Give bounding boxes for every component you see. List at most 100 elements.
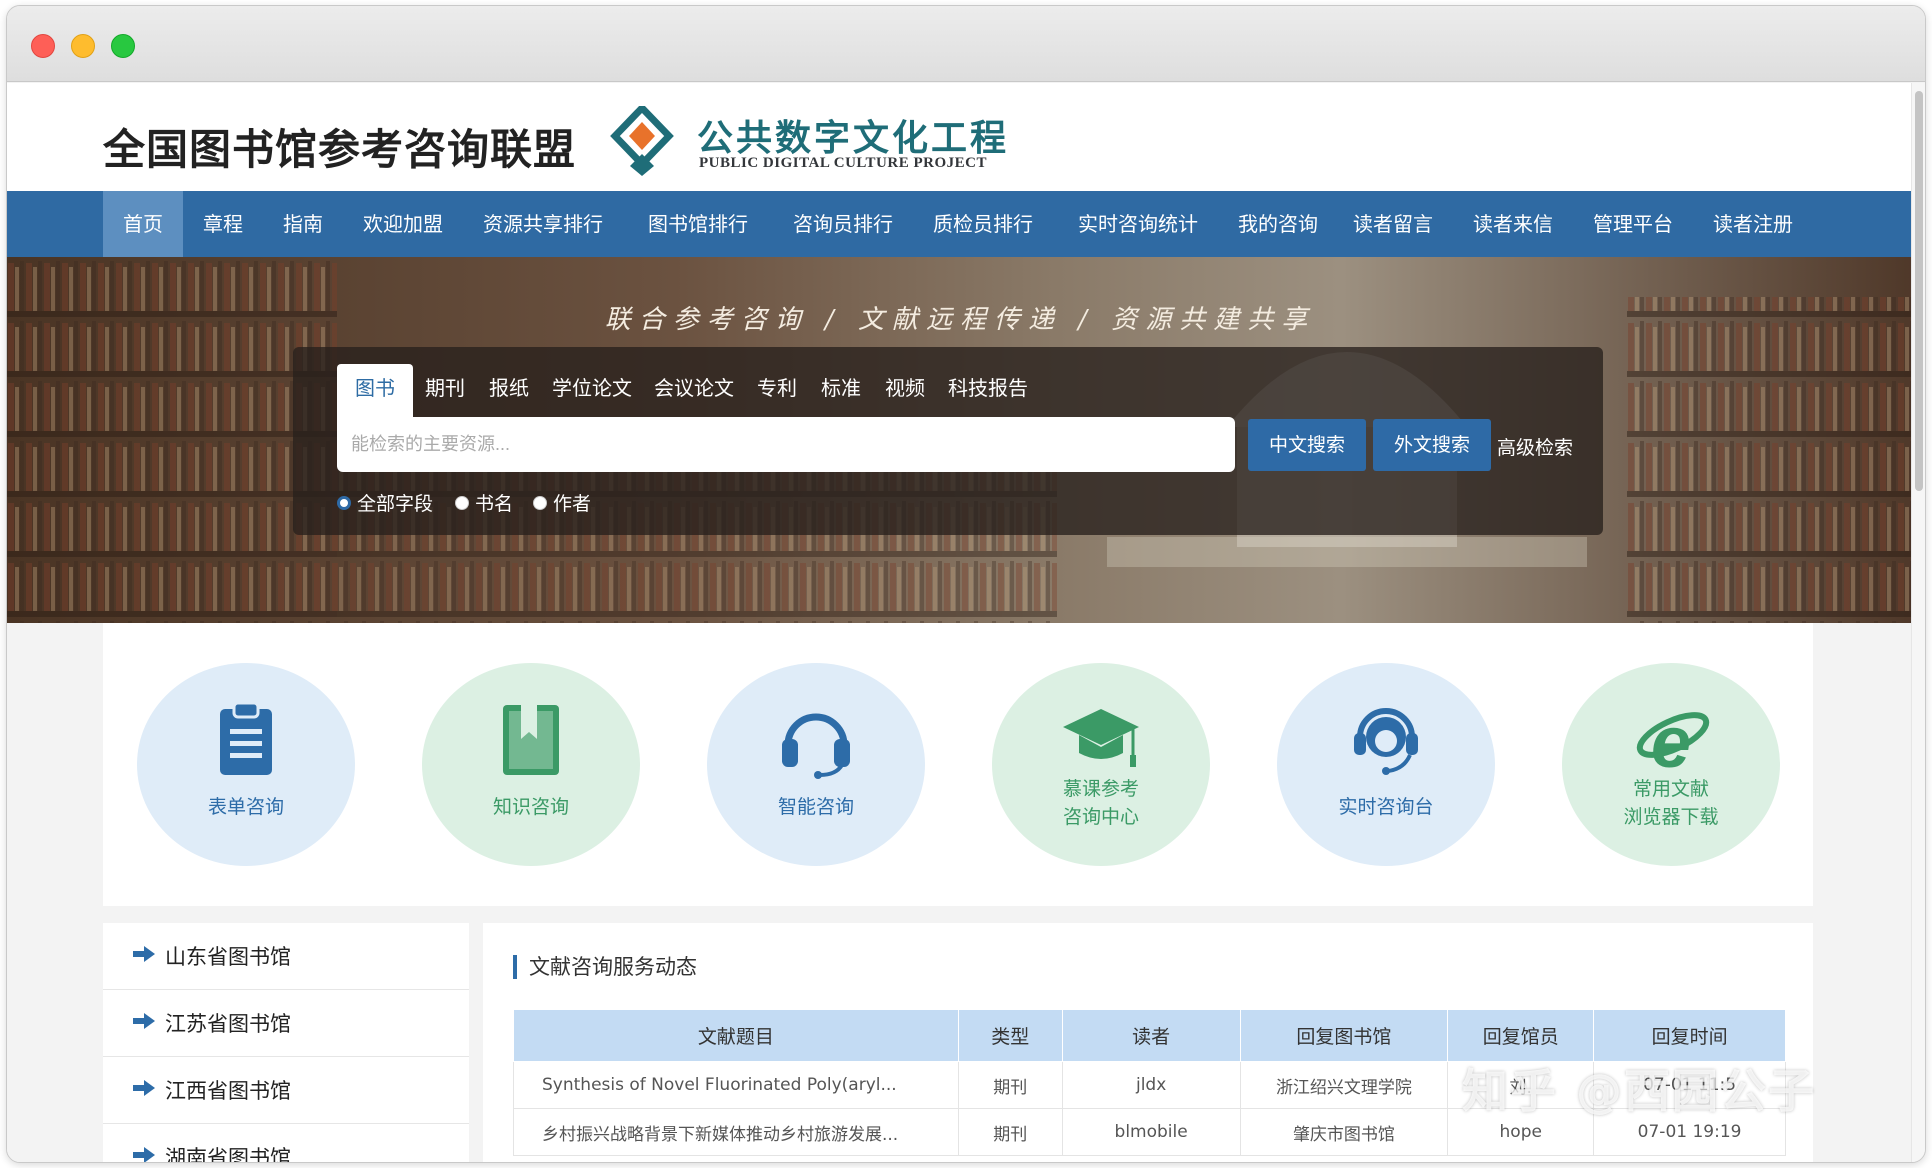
service-label-line1: 慕课参考 bbox=[1062, 778, 1139, 800]
maximize-window-button[interactable] bbox=[111, 34, 135, 58]
arrow-right-icon bbox=[133, 1013, 155, 1029]
tab-videos[interactable]: 视频 bbox=[873, 364, 937, 414]
tab-theses[interactable]: 学位论文 bbox=[541, 364, 643, 414]
hero-banner: 联合参考咨询 / 文献远程传递 / 资源共建共享 图书 期刊 报纸 学位论文 会… bbox=[7, 257, 1913, 623]
service-label-line1: 常用文献 bbox=[1632, 778, 1709, 800]
search-input[interactable] bbox=[337, 417, 1235, 472]
radio-all-fields[interactable]: 全部字段 bbox=[337, 489, 433, 516]
service-realtime-desk[interactable]: 实时咨询台 bbox=[1277, 663, 1495, 866]
service-browser-download[interactable]: e 常用文献 浏览器下载 bbox=[1562, 663, 1780, 866]
tab-newspapers[interactable]: 报纸 bbox=[477, 364, 541, 414]
cell-library: 浙江绍兴文理学院 bbox=[1239, 1061, 1449, 1109]
graduation-cap-icon bbox=[1063, 709, 1139, 767]
tab-tech-reports[interactable]: 科技报告 bbox=[937, 364, 1039, 414]
chinese-search-button[interactable]: 中文搜索 bbox=[1248, 419, 1366, 471]
column-header[interactable]: 回复馆员 bbox=[1447, 1009, 1595, 1062]
service-label: 智能咨询 bbox=[777, 796, 854, 818]
nav-item-join[interactable]: 欢迎加盟 bbox=[343, 191, 463, 257]
diamond-logo-icon[interactable] bbox=[607, 106, 677, 176]
library-link-jiangsu[interactable]: 江苏省图书馆 bbox=[103, 990, 469, 1057]
library-list: 山东省图书馆 江苏省图书馆 江西省图书馆 湖南省图书馆 bbox=[103, 923, 469, 1163]
logo-chinese-text: 公共数字文化工程 bbox=[697, 117, 1010, 159]
ie-browser-icon: e bbox=[1636, 703, 1710, 779]
tab-books[interactable]: 图书 bbox=[337, 364, 413, 418]
site-title[interactable]: 全国图书馆参考咨询联盟 bbox=[103, 116, 576, 177]
nav-item-messages[interactable]: 读者留言 bbox=[1333, 191, 1453, 257]
customer-service-icon bbox=[1354, 708, 1418, 775]
radio-author[interactable]: 作者 bbox=[533, 489, 591, 516]
banner-slogan: 联合参考咨询 / 文献远程传递 / 资源共建共享 bbox=[604, 305, 1316, 335]
main-nav: 首页 章程 指南 欢迎加盟 资源共享排行 图书馆排行 咨询员排行 质检员排行 实… bbox=[7, 191, 1913, 257]
site-header: 全国图书馆参考咨询联盟 公共数字文化工程 PUBLIC DIGITAL CULT… bbox=[7, 83, 1913, 191]
zhihu-watermark: 知乎 @西园公子 bbox=[1462, 1064, 1817, 1118]
cell-type: 期刊 bbox=[957, 1061, 1063, 1109]
service-label-line2: 浏览器下载 bbox=[1623, 806, 1719, 828]
service-label-line2: 咨询中心 bbox=[1062, 806, 1139, 828]
cell-title[interactable]: Synthesis of Novel Fluorinated Poly(aryl… bbox=[513, 1061, 959, 1109]
book-icon bbox=[503, 705, 559, 775]
close-window-button[interactable] bbox=[31, 34, 55, 58]
search-panel: 图书 期刊 报纸 学位论文 会议论文 专利 标准 视频 科技报告 中文搜索 外文… bbox=[293, 347, 1603, 535]
service-label: 知识咨询 bbox=[492, 796, 569, 818]
nav-item-library-ranking[interactable]: 图书馆排行 bbox=[623, 191, 773, 257]
tab-patents[interactable]: 专利 bbox=[745, 364, 809, 414]
cell-reader: jldx bbox=[1061, 1061, 1241, 1109]
service-form-consult[interactable]: 表单咨询 bbox=[137, 663, 355, 866]
radio-title[interactable]: 书名 bbox=[455, 489, 513, 516]
nav-item-charter[interactable]: 章程 bbox=[183, 191, 263, 257]
library-name: 江西省图书馆 bbox=[165, 1079, 291, 1103]
vertical-scrollbar[interactable] bbox=[1911, 83, 1925, 1162]
nav-item-admin[interactable]: 管理平台 bbox=[1573, 191, 1693, 257]
radio-unselected-icon bbox=[533, 495, 547, 510]
arrow-right-icon bbox=[133, 1147, 155, 1162]
page-content: 全国图书馆参考咨询联盟 公共数字文化工程 PUBLIC DIGITAL CULT… bbox=[7, 83, 1913, 1163]
service-news-panel: 文献咨询服务动态 文献题目 类型 读者 回复图书馆 回复馆员 回复时间 Synt… bbox=[483, 923, 1813, 1162]
minimize-window-button[interactable] bbox=[71, 34, 95, 58]
library-link-shandong[interactable]: 山东省图书馆 bbox=[103, 923, 469, 990]
cell-title[interactable]: 乡村振兴战略背景下新媒体推动乡村旅游发展... bbox=[513, 1108, 959, 1156]
arrow-right-icon bbox=[133, 946, 155, 962]
browser-window: 全国图书馆参考咨询联盟 公共数字文化工程 PUBLIC DIGITAL CULT… bbox=[6, 5, 1926, 1163]
table-header-row: 文献题目 类型 读者 回复图书馆 回复馆员 回复时间 bbox=[513, 1009, 1786, 1062]
nav-item-resource-ranking[interactable]: 资源共享排行 bbox=[463, 191, 623, 257]
logo-english-text: PUBLIC DIGITAL CULTURE PROJECT bbox=[699, 155, 987, 171]
service-mooc-center[interactable]: 慕课参考 咨询中心 bbox=[992, 663, 1210, 866]
service-label: 实时咨询台 bbox=[1338, 796, 1434, 818]
column-header[interactable]: 回复图书馆 bbox=[1239, 1009, 1449, 1062]
nav-item-guide[interactable]: 指南 bbox=[263, 191, 343, 257]
nav-item-inspector-ranking[interactable]: 质检员排行 bbox=[913, 191, 1053, 257]
advanced-search-link[interactable]: 高级检索 bbox=[1497, 433, 1573, 460]
column-header[interactable]: 文献题目 bbox=[513, 1009, 959, 1062]
nav-item-home[interactable]: 首页 bbox=[103, 191, 183, 257]
nav-item-my-consult[interactable]: 我的咨询 bbox=[1223, 191, 1333, 257]
column-header[interactable]: 读者 bbox=[1061, 1009, 1241, 1062]
scrollbar-thumb[interactable] bbox=[1915, 91, 1923, 491]
library-link-jiangxi[interactable]: 江西省图书馆 bbox=[103, 1057, 469, 1124]
library-name: 江苏省图书馆 bbox=[165, 1012, 291, 1036]
tab-standards[interactable]: 标准 bbox=[809, 364, 873, 414]
clipboard-icon bbox=[220, 701, 272, 775]
cell-reader: blmobile bbox=[1061, 1108, 1241, 1156]
cell-type: 期刊 bbox=[957, 1108, 1063, 1156]
service-entries: 表单咨询 知识咨询 智能咨询 慕课参考 咨询中心 实时咨询台 e 常用文献 浏览… bbox=[103, 623, 1813, 906]
library-name: 山东省图书馆 bbox=[165, 945, 291, 969]
radio-unselected-icon bbox=[455, 495, 469, 510]
section-title: 文献咨询服务动态 bbox=[513, 955, 697, 979]
service-smart-consult[interactable]: 智能咨询 bbox=[707, 663, 925, 866]
column-header[interactable]: 回复时间 bbox=[1593, 1009, 1786, 1062]
headphones-icon bbox=[782, 713, 850, 779]
service-knowledge-consult[interactable]: 知识咨询 bbox=[422, 663, 640, 866]
arrow-right-icon bbox=[133, 1080, 155, 1096]
foreign-search-button[interactable]: 外文搜索 bbox=[1373, 419, 1491, 471]
nav-item-register[interactable]: 读者注册 bbox=[1693, 191, 1813, 257]
tab-journals[interactable]: 期刊 bbox=[413, 364, 477, 414]
library-name: 湖南省图书馆 bbox=[165, 1146, 291, 1163]
nav-item-letters[interactable]: 读者来信 bbox=[1453, 191, 1573, 257]
tab-conference-papers[interactable]: 会议论文 bbox=[643, 364, 745, 414]
radio-selected-icon bbox=[337, 495, 351, 510]
library-link-hunan[interactable]: 湖南省图书馆 bbox=[103, 1124, 469, 1163]
service-label: 表单咨询 bbox=[207, 796, 284, 818]
column-header[interactable]: 类型 bbox=[957, 1009, 1063, 1062]
nav-item-realtime-stats[interactable]: 实时咨询统计 bbox=[1053, 191, 1223, 257]
nav-item-consultant-ranking[interactable]: 咨询员排行 bbox=[773, 191, 913, 257]
